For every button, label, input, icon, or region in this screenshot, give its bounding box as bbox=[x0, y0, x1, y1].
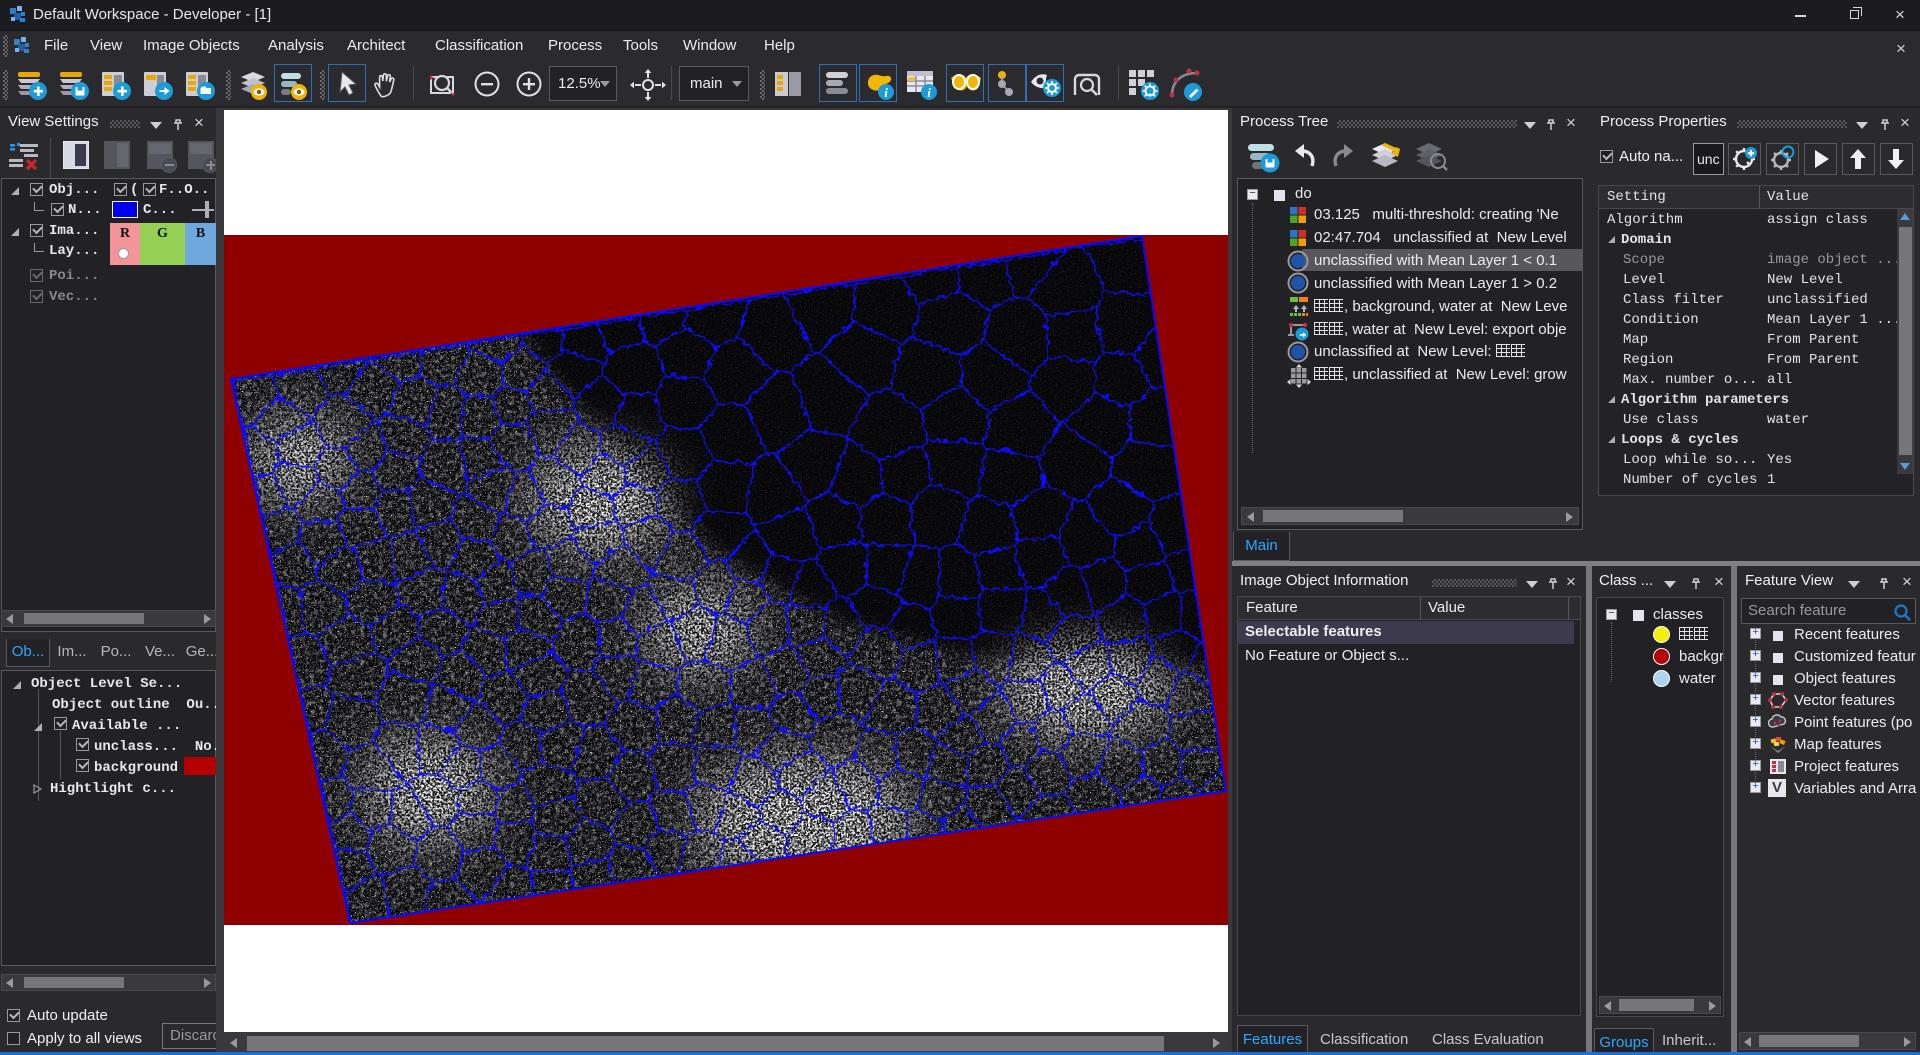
svg-text:i: i bbox=[884, 85, 888, 100]
svg-text:i: i bbox=[927, 85, 931, 100]
